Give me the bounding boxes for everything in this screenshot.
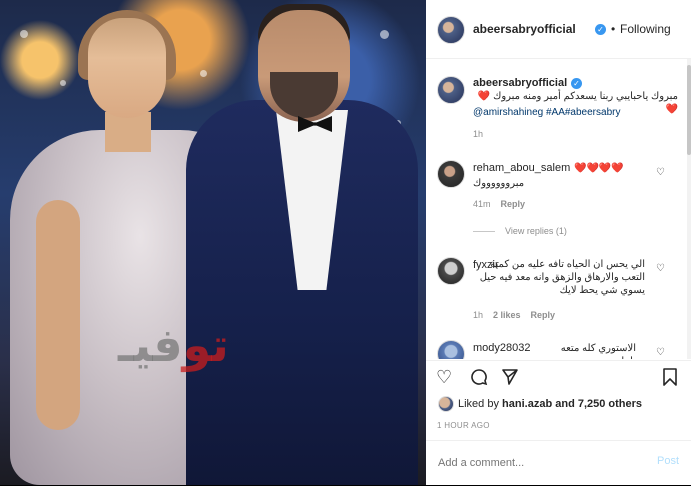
liked-by-user[interactable]: hani.azab (502, 398, 552, 410)
comment-avatar[interactable] (437, 160, 465, 188)
comments-scrollbar[interactable] (687, 59, 691, 359)
watermark-gray: فيـ (118, 318, 183, 372)
comment-hearts: ❤️❤️❤️❤️ (574, 163, 624, 174)
comment-mention-link[interactable]: @amirshahineg #AA#abeersabry (473, 106, 678, 119)
comment-avatar[interactable] (437, 76, 465, 104)
liked-by-prefix: Liked by (458, 398, 499, 410)
author-username[interactable]: abeersabryofficial (473, 22, 576, 36)
comment-username[interactable]: reham_abou_salem (473, 162, 570, 174)
comment-time-value: 1h (473, 310, 484, 320)
photo-watermark: توفيـ (118, 318, 229, 372)
watermark-red: تو (182, 318, 229, 372)
comment-meta: 1h 2 likes Reply (473, 310, 555, 320)
post-side-panel: abeersabryofficial ✓ • Following abeersa… (426, 0, 691, 485)
view-replies-label: View replies (1) (505, 226, 567, 236)
comments-list[interactable]: abeersabryofficial ✓ مبروك ياحبايبي ربنا… (426, 59, 691, 359)
like-comment-heart-icon[interactable]: ♡ (656, 167, 665, 178)
comment-text: مبرووووووك (473, 178, 525, 189)
liker-avatar[interactable] (438, 396, 454, 412)
post-header: abeersabryofficial ✓ • Following (426, 0, 691, 59)
add-comment-input[interactable] (436, 451, 640, 475)
bokeh-light (20, 30, 28, 38)
post-actions: ♡ Liked by hani.azab and 7,250 others 1 … (426, 360, 691, 439)
comment-likes-count[interactable]: 2 likes (493, 310, 521, 320)
comment-username[interactable]: abeersabryofficial (473, 77, 567, 89)
post-comment-button[interactable]: Post (657, 455, 679, 467)
like-heart-icon[interactable]: ♡ (436, 367, 452, 388)
likes-summary: Liked by hani.azab and 7,250 others (458, 398, 642, 410)
comment-text: الاستوري كله متعه يابنات (560, 343, 636, 359)
bookmark-icon[interactable] (662, 368, 678, 391)
reply-button[interactable]: Reply (501, 199, 526, 209)
post-photo[interactable]: توفيـ (0, 0, 426, 485)
share-send-icon[interactable] (501, 368, 519, 391)
bride-neck (105, 112, 151, 152)
comment-bubble-icon[interactable] (470, 368, 488, 391)
bokeh-light (60, 80, 66, 86)
verified-badge-icon: ✓ (571, 78, 582, 89)
bokeh-light (200, 70, 207, 77)
comment-time-value: 41m (473, 199, 491, 209)
verified-badge-icon: ✓ (595, 24, 606, 35)
comment-text: الي يحس ان الحياه تافه عليه من كمية التع… (479, 259, 645, 296)
view-replies-button[interactable]: View replies (1) (473, 226, 567, 236)
add-comment-bar: Post (426, 440, 691, 486)
bride-arm (36, 200, 80, 430)
comment-time: 41m Reply (473, 199, 525, 209)
bokeh-light (380, 30, 389, 39)
like-comment-heart-icon[interactable]: ♡ (656, 347, 665, 358)
comment-username[interactable]: mody28032 (473, 342, 531, 354)
follow-separator: • (611, 22, 616, 36)
comment-avatar[interactable] (437, 340, 465, 359)
scrollbar-thumb[interactable] (687, 65, 691, 155)
replies-divider (473, 231, 495, 233)
instagram-post-window: توفيـ abeersabryofficial ✓ • Following a… (0, 0, 691, 485)
following-button[interactable]: Following (620, 22, 671, 36)
like-comment-heart-icon[interactable]: ♡ (656, 263, 665, 274)
post-time-ago[interactable]: 1 HOUR AGO (437, 421, 490, 430)
comment-time: 1h (473, 129, 484, 139)
reply-button[interactable]: Reply (531, 310, 556, 320)
bride-face (88, 18, 166, 118)
comment-avatar[interactable] (437, 257, 465, 285)
author-avatar[interactable] (437, 16, 465, 44)
liked-by-others[interactable]: and 7,250 others (555, 398, 642, 410)
